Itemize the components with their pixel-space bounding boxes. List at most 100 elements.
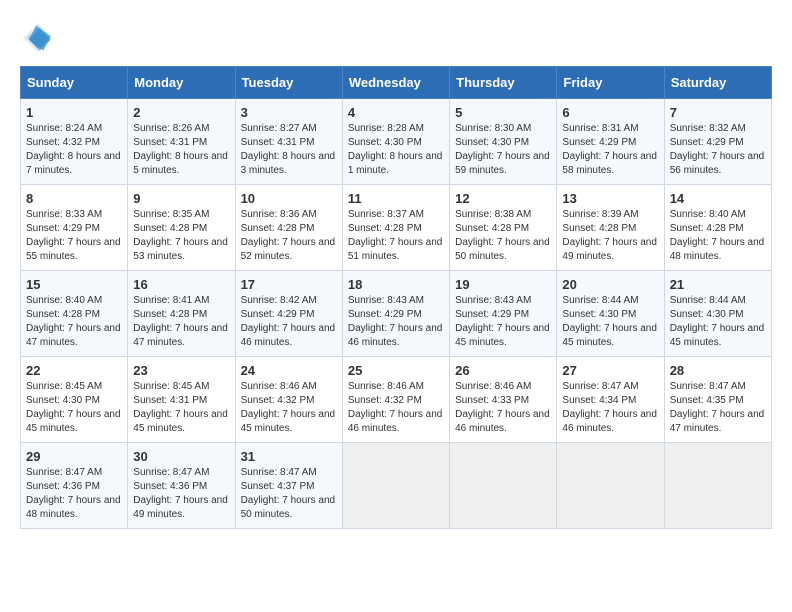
day-number: 29 [26,449,122,464]
day-number: 6 [562,105,658,120]
calendar-cell: 26Sunrise: 8:46 AM Sunset: 4:33 PM Dayli… [450,357,557,443]
day-number: 10 [241,191,337,206]
day-number: 3 [241,105,337,120]
calendar-cell: 6 Sunrise: 8:31 AM Sunset: 4:29 PM Daylig… [557,99,664,185]
day-info: Sunrise: 8:43 AM Sunset: 4:29 PM Dayligh… [348,294,444,350]
calendar-cell: 31 Sunrise: 8:47 AM Sunset: 4:37 PM Dayli… [235,443,342,529]
calendar-cell: 19 Sunrise: 8:43 AM Sunset: 4:29 PM Dayli… [450,271,557,357]
day-number: 12 [455,191,551,206]
calendar-cell: 23Sunrise: 8:45 AM Sunset: 4:31 PM Dayli… [128,357,235,443]
logo-icon [20,20,56,56]
day-number: 7 [670,105,766,120]
day-info: Sunrise: 8:47 AM Sunset: 4:36 PM Dayligh… [133,466,229,522]
calendar-cell: 11Sunrise: 8:37 AM Sunset: 4:28 PM Dayli… [342,185,449,271]
day-number: 13 [562,191,658,206]
calendar-cell [664,443,771,529]
day-info: Sunrise: 8:33 AM Sunset: 4:29 PM Dayligh… [26,208,122,264]
day-info: Sunrise: 8:43 AM Sunset: 4:29 PM Dayligh… [455,294,551,350]
day-number: 28 [670,363,766,378]
calendar-body: 1Sunrise: 8:24 AM Sunset: 4:32 PM Daylig… [21,99,772,529]
calendar-cell [557,443,664,529]
calendar-header: SundayMondayTuesdayWednesdayThursdayFrid… [21,67,772,99]
day-number: 5 [455,105,551,120]
day-number: 19 [455,277,551,292]
day-number: 25 [348,363,444,378]
day-number: 26 [455,363,551,378]
calendar-cell [450,443,557,529]
day-info: Sunrise: 8:30 AM Sunset: 4:30 PM Dayligh… [455,122,551,178]
calendar-cell: 5 Sunrise: 8:30 AM Sunset: 4:30 PM Daylig… [450,99,557,185]
calendar-cell: 24 Sunrise: 8:46 AM Sunset: 4:32 PM Dayli… [235,357,342,443]
calendar-cell: 17 Sunrise: 8:42 AM Sunset: 4:29 PM Dayli… [235,271,342,357]
weekday-header-sunday: Sunday [21,67,128,99]
weekday-header-friday: Friday [557,67,664,99]
calendar-table: SundayMondayTuesdayWednesdayThursdayFrid… [20,66,772,529]
weekday-header-saturday: Saturday [664,67,771,99]
calendar-cell: 4 Sunrise: 8:28 AM Sunset: 4:30 PM Daylig… [342,99,449,185]
calendar-cell: 18 Sunrise: 8:43 AM Sunset: 4:29 PM Dayli… [342,271,449,357]
calendar-cell: 29 Sunrise: 8:47 AM Sunset: 4:36 PM Dayli… [21,443,128,529]
day-info: Sunrise: 8:46 AM Sunset: 4:32 PM Dayligh… [348,380,444,436]
day-number: 11 [348,191,444,206]
day-number: 30 [133,449,229,464]
calendar-cell: 9 Sunrise: 8:35 AM Sunset: 4:28 PM Daylig… [128,185,235,271]
day-number: 21 [670,277,766,292]
weekday-header-monday: Monday [128,67,235,99]
day-info: Sunrise: 8:44 AM Sunset: 4:30 PM Dayligh… [562,294,658,350]
calendar-cell: 7 Sunrise: 8:32 AM Sunset: 4:29 PM Daylig… [664,99,771,185]
day-number: 4 [348,105,444,120]
day-info: Sunrise: 8:27 AM Sunset: 4:31 PM Dayligh… [241,122,337,178]
calendar-cell: 16 Sunrise: 8:41 AM Sunset: 4:28 PM Dayli… [128,271,235,357]
weekday-header-wednesday: Wednesday [342,67,449,99]
calendar-cell: 15 Sunrise: 8:40 AM Sunset: 4:28 PM Dayli… [21,271,128,357]
day-number: 18 [348,277,444,292]
calendar-cell: 12 Sunrise: 8:38 AM Sunset: 4:28 PM Dayli… [450,185,557,271]
day-info: Sunrise: 8:47 AM Sunset: 4:37 PM Dayligh… [241,466,337,522]
logo [20,20,62,56]
day-info: Sunrise: 8:47 AM Sunset: 4:34 PM Dayligh… [562,380,658,436]
day-number: 27 [562,363,658,378]
day-number: 22 [26,363,122,378]
calendar-cell: 14 Sunrise: 8:40 AM Sunset: 4:28 PM Dayli… [664,185,771,271]
day-info: Sunrise: 8:41 AM Sunset: 4:28 PM Dayligh… [133,294,229,350]
calendar-cell [342,443,449,529]
day-info: Sunrise: 8:28 AM Sunset: 4:30 PM Dayligh… [348,122,444,178]
day-number: 17 [241,277,337,292]
day-number: 15 [26,277,122,292]
calendar-week-2: 8 Sunrise: 8:33 AM Sunset: 4:29 PM Daylig… [21,185,772,271]
calendar-cell: 21Sunrise: 8:44 AM Sunset: 4:30 PM Dayli… [664,271,771,357]
day-info: Sunrise: 8:26 AM Sunset: 4:31 PM Dayligh… [133,122,229,178]
calendar-cell: 28Sunrise: 8:47 AM Sunset: 4:35 PM Dayli… [664,357,771,443]
page-header [20,20,772,56]
day-number: 31 [241,449,337,464]
day-number: 9 [133,191,229,206]
day-info: Sunrise: 8:36 AM Sunset: 4:28 PM Dayligh… [241,208,337,264]
calendar-cell: 2 Sunrise: 8:26 AM Sunset: 4:31 PM Daylig… [128,99,235,185]
day-info: Sunrise: 8:40 AM Sunset: 4:28 PM Dayligh… [670,208,766,264]
day-info: Sunrise: 8:31 AM Sunset: 4:29 PM Dayligh… [562,122,658,178]
calendar-cell: 8 Sunrise: 8:33 AM Sunset: 4:29 PM Daylig… [21,185,128,271]
day-info: Sunrise: 8:38 AM Sunset: 4:28 PM Dayligh… [455,208,551,264]
calendar-cell: 27 Sunrise: 8:47 AM Sunset: 4:34 PM Dayli… [557,357,664,443]
day-info: Sunrise: 8:45 AM Sunset: 4:30 PM Dayligh… [26,380,122,436]
day-number: 1 [26,105,122,120]
day-number: 2 [133,105,229,120]
day-info: Sunrise: 8:32 AM Sunset: 4:29 PM Dayligh… [670,122,766,178]
calendar-cell: 13Sunrise: 8:39 AM Sunset: 4:28 PM Dayli… [557,185,664,271]
day-number: 24 [241,363,337,378]
calendar-cell: 22 Sunrise: 8:45 AM Sunset: 4:30 PM Dayli… [21,357,128,443]
day-number: 23 [133,363,229,378]
calendar-week-3: 15 Sunrise: 8:40 AM Sunset: 4:28 PM Dayli… [21,271,772,357]
day-info: Sunrise: 8:35 AM Sunset: 4:28 PM Dayligh… [133,208,229,264]
day-info: Sunrise: 8:47 AM Sunset: 4:36 PM Dayligh… [26,466,122,522]
day-number: 8 [26,191,122,206]
weekday-header-tuesday: Tuesday [235,67,342,99]
calendar-cell: 20 Sunrise: 8:44 AM Sunset: 4:30 PM Dayli… [557,271,664,357]
day-info: Sunrise: 8:42 AM Sunset: 4:29 PM Dayligh… [241,294,337,350]
day-number: 16 [133,277,229,292]
day-info: Sunrise: 8:46 AM Sunset: 4:32 PM Dayligh… [241,380,337,436]
day-number: 14 [670,191,766,206]
day-info: Sunrise: 8:40 AM Sunset: 4:28 PM Dayligh… [26,294,122,350]
calendar-cell: 10 Sunrise: 8:36 AM Sunset: 4:28 PM Dayli… [235,185,342,271]
day-number: 20 [562,277,658,292]
